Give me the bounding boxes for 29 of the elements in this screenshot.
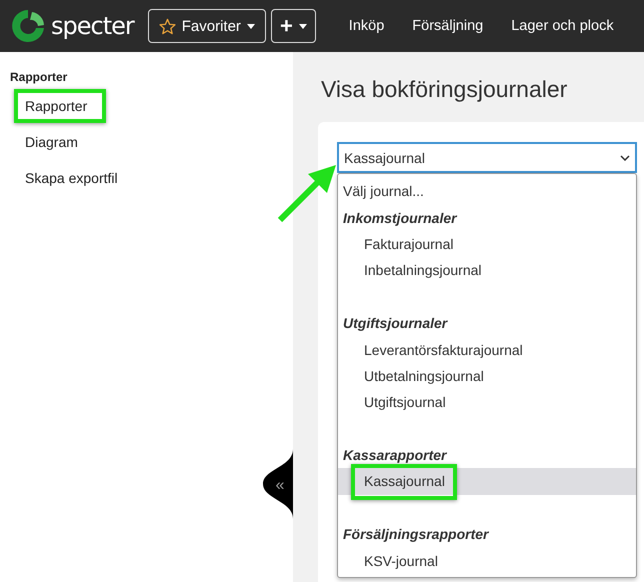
nav-link[interactable]: Inköp bbox=[348, 18, 384, 34]
option-group-label: Kassarapporter bbox=[342, 446, 448, 466]
logo-icon bbox=[10, 8, 46, 44]
sidebar-item[interactable]: Skapa exportfil bbox=[10, 162, 133, 194]
caret-icon bbox=[298, 24, 307, 28]
logo-text: specter bbox=[51, 14, 134, 38]
favorites-button[interactable]: Favoriter bbox=[148, 9, 266, 43]
option-group-label: Utgiftsjournaler bbox=[342, 314, 449, 334]
dropdown-option[interactable]: Inbetalningsjournal bbox=[338, 257, 636, 284]
option-group-label: Försäljningsrapporter bbox=[342, 525, 490, 544]
sidebar-heading: Rapporter bbox=[10, 70, 68, 84]
dropdown-option[interactable]: Välj journal... bbox=[338, 178, 636, 204]
add-button[interactable]: + bbox=[270, 9, 316, 43]
caret-icon bbox=[246, 24, 255, 28]
option-group-label: Inkomstjournaler bbox=[342, 208, 458, 228]
star-icon bbox=[158, 18, 176, 34]
nav-link[interactable]: Lager och plock bbox=[511, 18, 614, 34]
sidebar-item[interactable]: Rapporter bbox=[10, 90, 102, 122]
nav-link[interactable]: Försäljning bbox=[412, 18, 484, 34]
dropdown-option[interactable]: KSV-journal bbox=[338, 547, 636, 574]
collapse-handle[interactable]: « bbox=[263, 449, 293, 519]
dropdown-option[interactable]: Utbetalningsjournal bbox=[338, 362, 636, 390]
page-title: Visa bokföringsjournaler bbox=[321, 76, 568, 103]
sidebar-item[interactable]: Diagram bbox=[10, 126, 93, 158]
dropdown-option[interactable]: Leverantörsfakturajournal bbox=[338, 336, 636, 363]
dropdown-option[interactable]: Fakturajournal bbox=[338, 230, 636, 258]
dropdown-option[interactable]: Utgiftsjournal bbox=[338, 389, 636, 416]
journal-select[interactable]: Kassajournal bbox=[337, 142, 637, 173]
chevron-icon bbox=[620, 154, 630, 160]
